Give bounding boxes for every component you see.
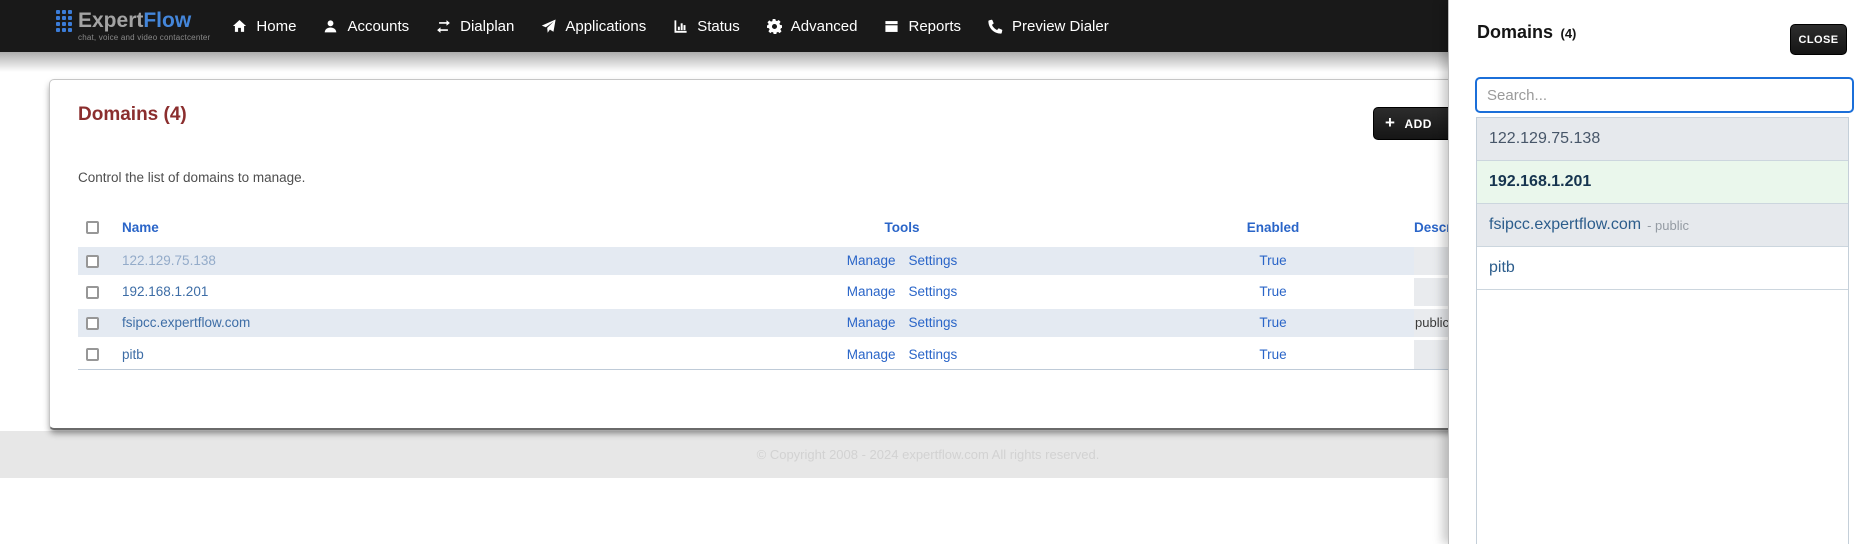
nav-item-reports[interactable]: Reports <box>884 18 961 35</box>
settings-link[interactable]: Settings <box>909 315 958 330</box>
panel-title-count: (4) <box>1560 26 1577 41</box>
nav-menu: Home Accounts Dialplan Applications Stat… <box>232 0 1109 52</box>
swap-arrows-icon <box>437 19 451 33</box>
select-all-checkbox[interactable] <box>86 221 99 235</box>
domain-item-label: 192.168.1.201 <box>1489 173 1592 190</box>
enabled-value: True <box>1259 253 1287 268</box>
domain-list-item[interactable]: fsipcc.expertflow.com - public <box>1477 204 1848 247</box>
domain-name-link[interactable]: pitb <box>122 347 144 362</box>
nav-item-label: Reports <box>908 17 962 35</box>
nav-item-label: Preview Dialer <box>1012 17 1109 35</box>
nav-item-label: Home <box>256 17 297 35</box>
nav-item-label: Advanced <box>790 17 858 35</box>
enabled-value: True <box>1259 315 1287 330</box>
row-checkbox[interactable] <box>86 316 99 330</box>
manage-link[interactable]: Manage <box>847 347 896 362</box>
column-header-tools[interactable]: Tools <box>672 207 1132 246</box>
nav-item-home[interactable]: Home <box>232 18 296 35</box>
manage-link[interactable]: Manage <box>847 253 896 268</box>
close-button[interactable]: CLOSE <box>1790 24 1847 55</box>
enabled-value: True <box>1259 284 1287 299</box>
add-button-label: ADD <box>1404 116 1432 131</box>
nav-item-accounts[interactable]: Accounts <box>323 18 409 35</box>
nav-item-advanced[interactable]: Advanced <box>766 17 858 35</box>
archive-icon <box>885 20 899 32</box>
manage-link[interactable]: Manage <box>847 284 896 299</box>
domain-search-input[interactable] <box>1475 77 1854 113</box>
domain-list-item[interactable]: 122.129.75.138 <box>1477 118 1848 161</box>
domain-item-suffix: - public <box>1647 217 1689 233</box>
row-checkbox[interactable] <box>86 254 99 268</box>
domain-name-link[interactable]: 122.129.75.138 <box>122 253 216 268</box>
logo-dots-icon <box>56 10 72 32</box>
copyright-text: © Copyright 2008 - 2024 expertflow.com A… <box>756 447 1100 462</box>
manage-link[interactable]: Manage <box>847 315 896 330</box>
settings-link[interactable]: Settings <box>909 253 958 268</box>
column-header-enabled[interactable]: Enabled <box>1132 207 1414 246</box>
nav-item-label: Status <box>697 17 740 35</box>
domain-list-item-selected[interactable]: 192.168.1.201 <box>1477 161 1848 204</box>
settings-link[interactable]: Settings <box>909 284 958 299</box>
domain-name-link[interactable]: fsipcc.expertflow.com <box>122 315 250 330</box>
home-icon <box>233 19 247 32</box>
settings-link[interactable]: Settings <box>909 347 958 362</box>
domain-item-label: fsipcc.expertflow.com <box>1489 216 1642 233</box>
domain-list: 122.129.75.138 192.168.1.201 fsipcc.expe… <box>1476 117 1849 544</box>
page-title-count: (4) <box>163 104 187 125</box>
bar-chart-icon <box>674 19 687 33</box>
plus-icon <box>1385 116 1395 131</box>
paper-plane-icon <box>542 18 556 33</box>
nav-item-dialplan[interactable]: Dialplan <box>436 18 514 35</box>
close-button-label: CLOSE <box>1798 33 1839 46</box>
domain-item-label: 122.129.75.138 <box>1489 130 1601 147</box>
nav-item-status[interactable]: Status <box>673 18 740 35</box>
gear-icon <box>766 18 782 34</box>
brand-name-secondary: Flow <box>143 9 192 32</box>
nav-item-preview-dialer[interactable]: Preview Dialer <box>988 18 1109 35</box>
row-checkbox[interactable] <box>86 285 99 299</box>
domain-name-link[interactable]: 192.168.1.201 <box>122 284 208 299</box>
domain-item-label: pitb <box>1489 259 1515 276</box>
column-header-name[interactable]: Name <box>122 207 672 246</box>
nav-item-label: Accounts <box>347 17 410 35</box>
row-checkbox[interactable] <box>86 348 99 362</box>
panel-title: Domains <box>1477 22 1554 42</box>
brand-name-primary: Expert <box>78 9 144 32</box>
nav-item-applications[interactable]: Applications <box>541 18 646 35</box>
nav-item-label: Applications <box>565 17 647 35</box>
enabled-value: True <box>1259 346 1287 362</box>
domain-list-item[interactable]: pitb <box>1477 247 1848 290</box>
brand-tagline: chat, voice and video contactcenter <box>78 33 211 42</box>
phone-icon <box>988 19 1003 34</box>
brand-logo[interactable]: ExpertFlow chat, voice and video contact… <box>56 10 210 42</box>
nav-item-label: Dialplan <box>460 17 515 35</box>
user-icon <box>325 19 337 32</box>
domain-selector-panel: Domains (4) CLOSE 122.129.75.138 192.168… <box>1448 0 1856 544</box>
